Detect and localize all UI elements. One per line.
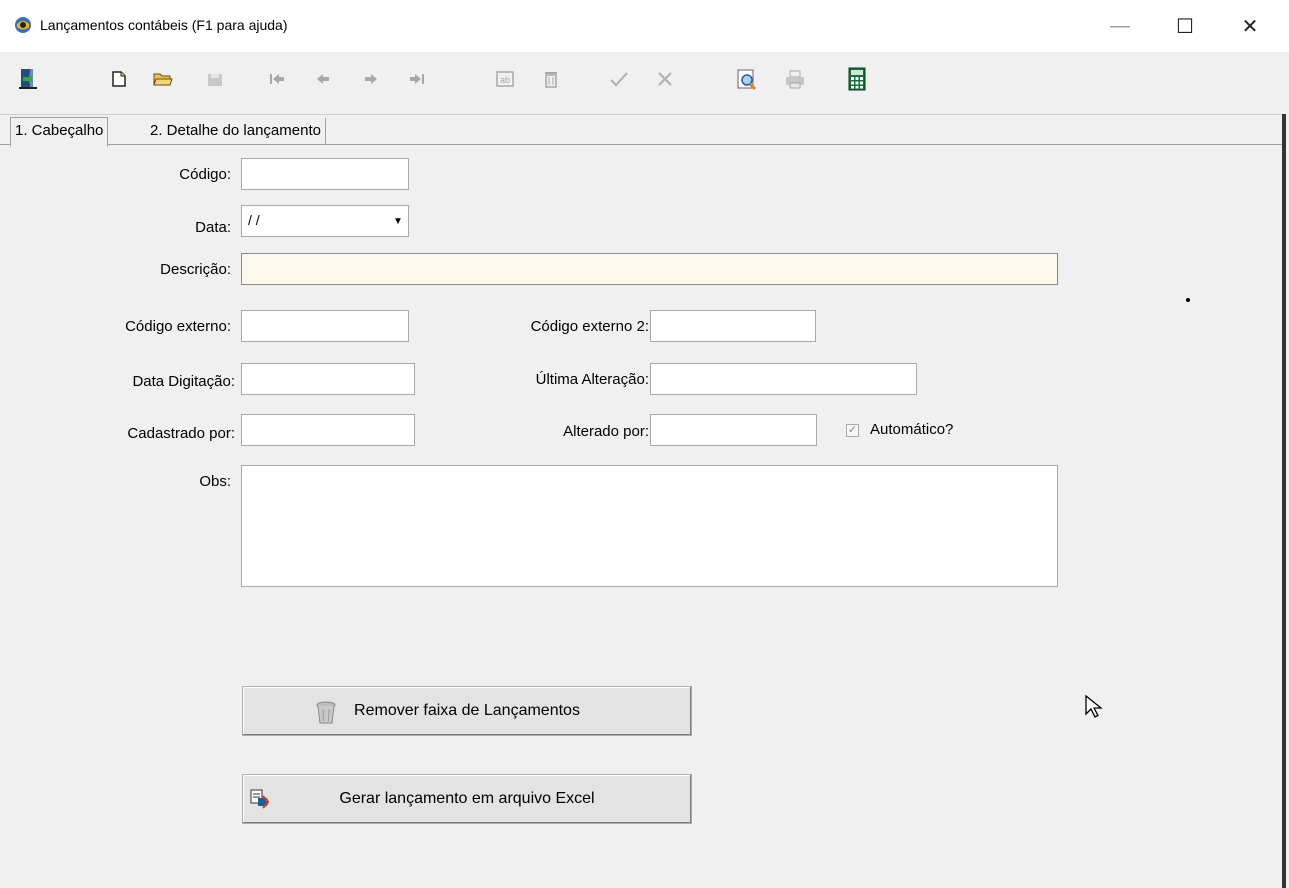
tab-strip: 1. Cabeçalho 2. Detalhe do lançamento xyxy=(0,114,1286,147)
chevron-down-icon[interactable]: ▼ xyxy=(390,209,406,233)
alterado-por-input[interactable] xyxy=(650,414,817,446)
descricao-label: Descrição: xyxy=(160,261,231,278)
codigo-externo-2-label: Código externo 2: xyxy=(530,318,649,335)
calculator-icon[interactable] xyxy=(844,66,870,92)
svg-text:ab: ab xyxy=(500,75,510,85)
excel-export-icon xyxy=(249,788,271,815)
cadastrado-por-input[interactable] xyxy=(241,414,415,446)
print-icon xyxy=(782,66,808,92)
trash-icon xyxy=(315,701,337,730)
maximize-button[interactable]: ☐ xyxy=(1155,0,1215,52)
edit-icon: ab xyxy=(492,66,518,92)
delete-icon xyxy=(538,66,564,92)
alterado-por-label: Alterado por: xyxy=(563,423,649,440)
confirm-icon xyxy=(606,66,632,92)
obs-textarea[interactable] xyxy=(241,465,1058,587)
app-icon[interactable] xyxy=(14,16,32,34)
automatico-label: Automático? xyxy=(870,421,954,438)
tab-detalhe-lancamento[interactable]: 2. Detalhe do lançamento xyxy=(146,118,326,144)
data-dropdown[interactable]: / / ▼ xyxy=(241,205,409,237)
data-digitacao-input[interactable] xyxy=(241,363,415,395)
codigo-externo-label: Código externo: xyxy=(125,318,231,335)
last-icon xyxy=(404,66,430,92)
tab-cabecalho[interactable]: 1. Cabeçalho xyxy=(10,117,109,147)
gerar-excel-button[interactable]: Gerar lançamento em arquivo Excel xyxy=(242,774,692,824)
obs-label: Obs: xyxy=(199,473,231,490)
descricao-input[interactable] xyxy=(241,253,1058,285)
minimize-button[interactable]: — xyxy=(1090,0,1150,52)
cancel-icon xyxy=(652,66,678,92)
gerar-excel-label: Gerar lançamento em arquivo Excel xyxy=(339,790,595,807)
remover-faixa-button[interactable]: Remover faixa de Lançamentos xyxy=(242,686,692,736)
open-icon[interactable] xyxy=(150,66,176,92)
next-icon xyxy=(358,66,384,92)
window-right-border xyxy=(1282,114,1286,888)
codigo-input[interactable] xyxy=(241,158,409,190)
ultima-alteracao-input[interactable] xyxy=(650,363,917,395)
search-icon[interactable] xyxy=(734,66,760,92)
data-label: Data: xyxy=(195,219,231,236)
codigo-externo-input[interactable] xyxy=(241,310,409,342)
codigo-label: Código: xyxy=(179,166,231,183)
close-button[interactable]: ✕ xyxy=(1220,0,1280,52)
first-icon xyxy=(264,66,290,92)
exit-icon[interactable] xyxy=(16,66,42,92)
codigo-externo-2-input[interactable] xyxy=(650,310,816,342)
automatico-checkbox[interactable]: ✓ xyxy=(846,424,859,437)
data-digitacao-label: Data Digitação: xyxy=(132,373,235,390)
stray-dot xyxy=(1186,298,1190,302)
remover-faixa-label: Remover faixa de Lançamentos xyxy=(354,702,580,719)
new-icon[interactable] xyxy=(106,66,132,92)
save-icon xyxy=(202,66,228,92)
data-value: / / xyxy=(248,212,260,228)
cadastrado-por-label: Cadastrado por: xyxy=(127,425,235,442)
ultima-alteracao-label: Última Alteração: xyxy=(535,371,649,388)
window-title: Lançamentos contábeis (F1 para ajuda) xyxy=(40,17,288,33)
prev-icon xyxy=(310,66,336,92)
mouse-cursor-icon xyxy=(1084,694,1104,725)
toolbar: ab xyxy=(0,52,1286,115)
